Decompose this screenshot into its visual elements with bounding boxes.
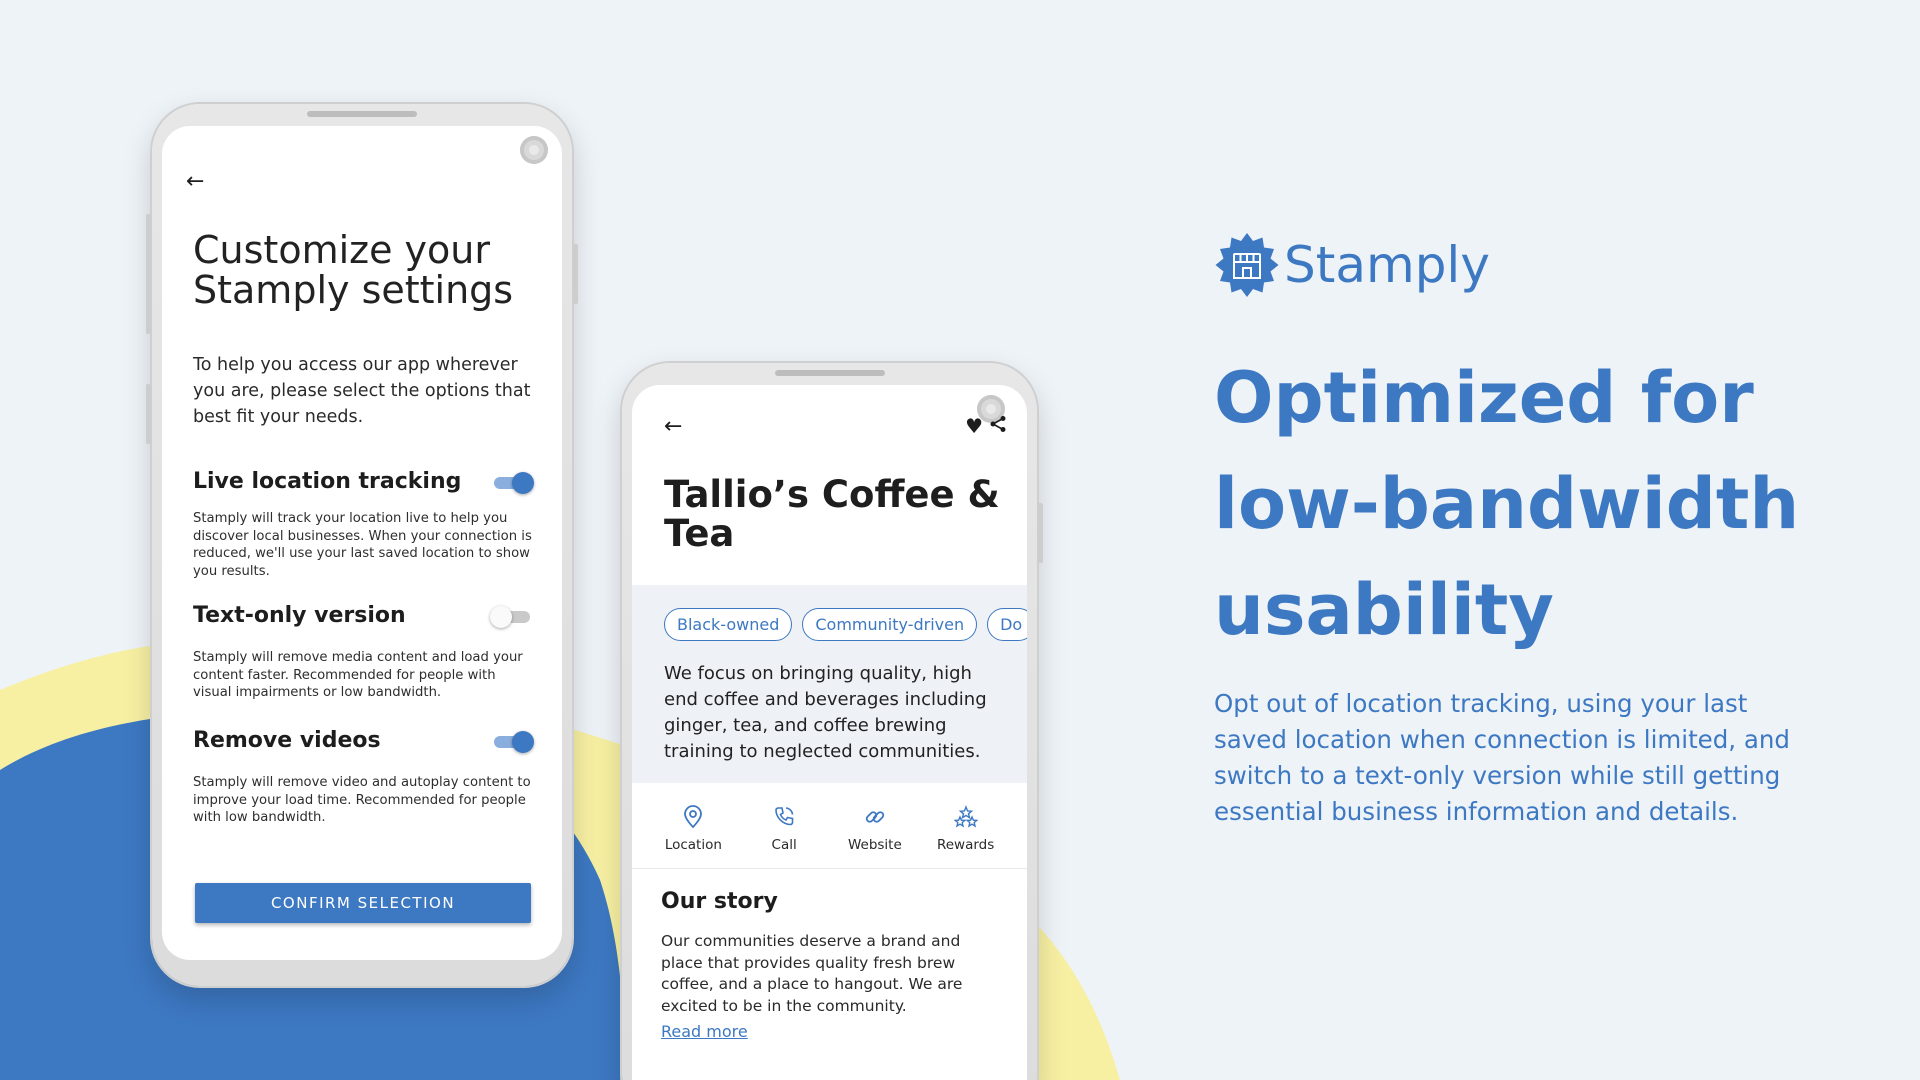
option-description-live-location: Stamply will track your location live to… xyxy=(193,511,532,579)
option-heading-remove-videos: Remove videos xyxy=(193,728,381,753)
phone-side-button xyxy=(1038,503,1043,563)
phone-volume-button xyxy=(146,384,151,444)
option-heading-text-only: Text-only version xyxy=(193,603,406,628)
business-action-bar: Location Call Website Rewards xyxy=(632,783,1027,869)
header-actions: ♥ xyxy=(965,415,1007,437)
business-summary: Black-owned Community-driven Do We focus… xyxy=(632,585,1027,783)
website-label: Website xyxy=(847,837,902,853)
settings-phone: ← Customize your Stamply settings To hel… xyxy=(146,104,578,986)
call-label: Call xyxy=(771,837,797,853)
arrow-left-icon[interactable]: ← xyxy=(186,170,210,194)
option-description-text-only: Stamply will remove media content and lo… xyxy=(193,650,523,701)
tag-black-owned[interactable]: Black-owned xyxy=(664,608,793,641)
location-pin-icon xyxy=(682,805,704,831)
tag-community-driven[interactable]: Community-driven xyxy=(802,608,978,641)
business-description: We focus on bringing quality, high end c… xyxy=(664,663,987,762)
settings-intro: To help you access our app wherever you … xyxy=(193,355,531,427)
website-action[interactable]: Website xyxy=(835,783,915,868)
brand-name: Stamply xyxy=(1284,236,1490,294)
toggle-text-only[interactable] xyxy=(490,606,532,628)
toggle-knob xyxy=(512,731,534,753)
phone-speaker xyxy=(774,370,885,376)
settings-screen: ← Customize your Stamply settings To hel… xyxy=(162,126,562,960)
tag-list: Black-owned Community-driven Do xyxy=(664,608,1027,641)
tag-truncated[interactable]: Do xyxy=(987,608,1027,641)
share-icon[interactable] xyxy=(989,415,1007,437)
toggle-knob xyxy=(490,606,512,628)
heart-icon[interactable]: ♥ xyxy=(965,415,983,437)
option-description-remove-videos: Stamply will remove video and autoplay c… xyxy=(193,775,531,826)
toggle-knob xyxy=(512,472,534,494)
location-label: Location xyxy=(664,837,722,853)
rewards-action[interactable]: Rewards xyxy=(926,783,1006,868)
subtext: Opt out of location tracking, using your… xyxy=(1214,689,1790,826)
phone-icon xyxy=(773,805,795,831)
story-text: Our communities deserve a brand and plac… xyxy=(661,932,963,1015)
business-screen: ← ♥ Tallio’s Coffee & Tea Black-owned Co… xyxy=(632,385,1027,1080)
call-action[interactable]: Call xyxy=(744,783,824,868)
phone-side-button xyxy=(573,244,578,304)
location-action[interactable]: Location xyxy=(653,783,733,868)
brand-lockup: Stamply xyxy=(1214,232,1490,298)
option-heading-live-location: Live location tracking xyxy=(193,469,462,494)
headline: Optimized for low-bandwidth usability xyxy=(1214,357,1800,651)
toggle-remove-videos[interactable] xyxy=(492,731,534,753)
business-phone: ← ♥ Tallio’s Coffee & Tea Black-owned Co… xyxy=(622,363,1043,1080)
rewards-label: Rewards xyxy=(936,837,995,853)
read-more-link[interactable]: Read more xyxy=(661,1022,748,1041)
camera-icon xyxy=(520,136,548,164)
storefront-badge-icon xyxy=(1214,232,1280,298)
link-icon xyxy=(864,805,886,831)
phone-speaker xyxy=(307,111,417,117)
settings-title: Customize your Stamply settings xyxy=(193,228,514,312)
arrow-left-icon[interactable]: ← xyxy=(664,415,688,439)
story-heading: Our story xyxy=(661,889,778,914)
toggle-live-location[interactable] xyxy=(492,472,534,494)
phone-volume-button xyxy=(146,214,151,334)
business-title: Tallio’s Coffee & Tea xyxy=(664,473,1000,555)
confirm-selection-button[interactable]: CONFIRM SELECTION xyxy=(195,883,531,923)
rewards-icon xyxy=(953,805,979,831)
